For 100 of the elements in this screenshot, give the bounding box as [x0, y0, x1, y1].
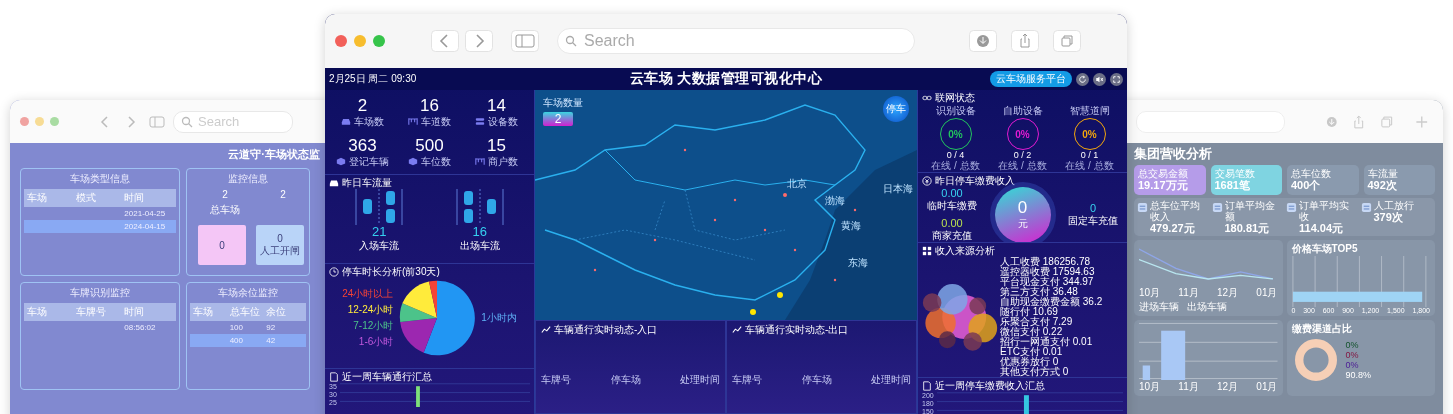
stat-card: 总交易金额 19.17万元 — [1134, 165, 1206, 195]
chart-label: 24小时以上 — [342, 287, 394, 301]
income-source-item: 自助现金缴费金额 36.2 — [1000, 297, 1103, 308]
panel-title: 车牌识别监控 — [69, 286, 131, 300]
sidebar-icon[interactable] — [511, 30, 539, 52]
axis-label: 01月 — [1256, 380, 1278, 394]
server-icon — [475, 117, 485, 126]
column-header: 车场 — [193, 305, 214, 319]
document-icon — [1360, 202, 1372, 213]
income-label: 固定车充值 — [1068, 214, 1118, 229]
panel-title: 车场余位监控 — [217, 286, 279, 300]
section-title: 车辆通行实时动态-入口 — [554, 323, 658, 337]
forward-icon[interactable] — [465, 30, 493, 52]
axis-label: 10月 — [1139, 286, 1161, 300]
income-label: 商家充值 — [932, 229, 972, 243]
map-label: 东海 — [848, 255, 869, 270]
column-header: 时间 — [124, 305, 146, 319]
download-icon[interactable] — [969, 30, 997, 52]
car-icon — [329, 178, 339, 188]
section-title: 近一周停车缴费收入汇总 — [935, 379, 1045, 393]
axis-label: 11月 — [1178, 286, 1199, 300]
chart-label: 1小时内 — [481, 311, 517, 325]
clock-icon — [329, 267, 339, 277]
map-label: 渤海 — [825, 193, 846, 208]
mute-icon[interactable] — [1093, 72, 1106, 86]
income-source-item: 遥控器收费 17594.63 — [1000, 267, 1096, 278]
summary-label: 订单平均实收 — [1299, 200, 1350, 222]
data-label: 0% — [1345, 340, 1360, 350]
summary-value: 379次 — [1373, 211, 1404, 223]
back-icon[interactable] — [431, 30, 459, 52]
platform-button[interactable]: 云车场服务平台 — [990, 71, 1072, 87]
document-icon — [1286, 202, 1297, 213]
count-label: 车场数量 — [543, 96, 583, 110]
share-icon[interactable] — [1011, 30, 1039, 52]
flow-label: 入场车流 — [359, 239, 400, 253]
cube-icon — [408, 157, 418, 166]
income-source-item: 其他支付方式 0 — [1000, 367, 1070, 377]
stat-card: 0 — [198, 225, 246, 265]
table-row[interactable]: 2024-04-15 — [24, 220, 176, 233]
gate-icon — [475, 157, 485, 166]
trend-icon — [732, 325, 742, 335]
income-label: 临时车缴费 — [927, 199, 977, 214]
table-row[interactable]: 400 42 — [190, 334, 306, 347]
stat-card: 总车位数 400个 — [1287, 165, 1359, 195]
chart-label: 7-12小时 — [353, 319, 394, 333]
flow-value: 16 — [472, 225, 487, 239]
device-count: 0 / 1 — [1080, 150, 1099, 160]
map-label: 日本海 — [882, 182, 913, 196]
lane-drawing — [354, 189, 405, 225]
table-row[interactable]: 2021-04-25 — [24, 207, 176, 220]
total-income-orb: 0 元 — [994, 187, 1051, 243]
lane-drawing — [454, 189, 505, 225]
stat-label: 登记车辆 — [349, 154, 389, 169]
section-title: 昨日停车缴费收入 — [935, 174, 1015, 189]
grid-icon — [922, 246, 932, 257]
column-header: 余位 — [266, 305, 288, 319]
column-header: 车场 — [27, 191, 48, 205]
column-header: 总车位 — [229, 305, 261, 319]
legend-item: 出场车辆 — [1187, 300, 1227, 314]
column-header: 车牌号 — [541, 373, 571, 387]
flow-value: 21 — [372, 225, 387, 239]
dashboard-title: 集团营收分析 — [1134, 145, 1213, 163]
device-caption: 在线 / 总数 — [998, 160, 1047, 171]
tabs-icon[interactable] — [1053, 30, 1081, 52]
refresh-icon[interactable] — [1076, 72, 1089, 86]
stat-value: 363 — [348, 135, 377, 155]
summary-value: 114.04元 — [1299, 222, 1345, 234]
fullscreen-icon[interactable] — [1110, 72, 1123, 86]
data-label: 0% — [1345, 350, 1360, 360]
window-controls[interactable] — [20, 117, 59, 126]
window-controls[interactable] — [335, 35, 385, 47]
device-caption: 在线 / 总数 — [931, 160, 980, 171]
car-icon — [341, 117, 351, 126]
device-name: 智慧道闸 — [1069, 104, 1110, 118]
table-row[interactable]: 100 92 — [190, 321, 306, 334]
stat-value: 2 — [280, 189, 286, 200]
column-header: 车场 — [27, 305, 48, 319]
income-value: 0.00 — [941, 187, 963, 200]
axis-label: 11月 — [1178, 380, 1199, 394]
flow-label: 出场车流 — [459, 239, 500, 253]
date-time: 2月25日 周二 09:30 — [329, 72, 418, 86]
sidebar-icon[interactable] — [147, 113, 167, 130]
stat-card: 车流量 492次 — [1363, 165, 1435, 195]
income-value: 0.00 — [941, 217, 963, 230]
column-header: 时间 — [124, 191, 146, 205]
data-label: 90.8% — [1345, 370, 1372, 380]
legend-item: 进场车辆 — [1139, 300, 1179, 314]
chart-label: 1-6小时 — [358, 335, 394, 349]
stat-label: 设备数 — [488, 114, 518, 129]
column-header: 车牌号 — [732, 373, 762, 387]
stat-value: 2 — [221, 189, 229, 200]
search-icon — [565, 35, 577, 47]
count-badge: 2 — [543, 112, 573, 126]
device-name: 自助设备 — [1002, 104, 1043, 118]
device-caption: 在线 / 总数 — [1065, 160, 1114, 171]
search-field[interactable]: Search — [557, 28, 915, 54]
section-title: 停车时长分析(前30天) — [342, 265, 440, 279]
dashboard-title: 云车场 大数据管理可视化中心 — [629, 70, 823, 88]
summary-label: 订单平均金额 — [1224, 200, 1276, 222]
summary-value: 479.27元 — [1150, 222, 1196, 234]
